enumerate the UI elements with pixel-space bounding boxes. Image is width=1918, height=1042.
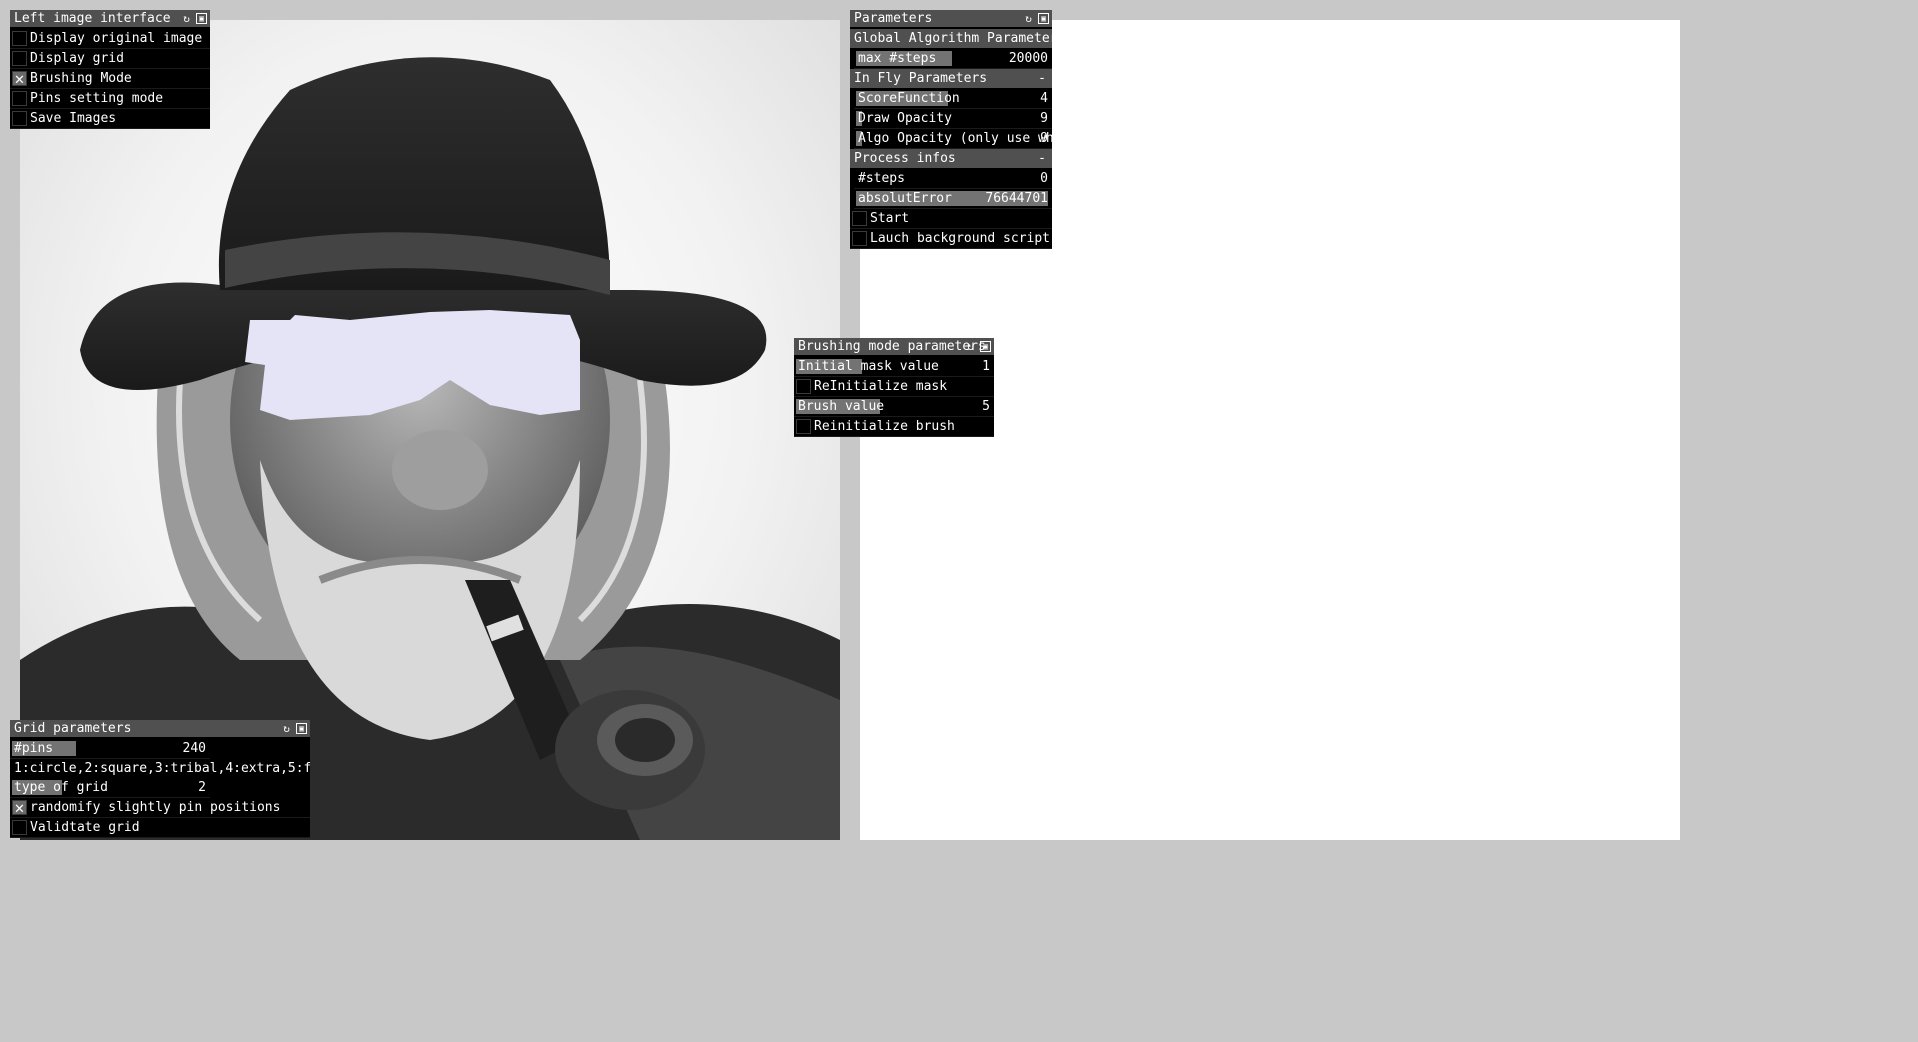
toggle-label: Display original image [30,31,203,46]
slider-value: 9 [1040,131,1048,146]
launch-background-script-button[interactable]: Lauch background script [850,229,1052,249]
button-label: ReInitialize mask [814,379,948,394]
reload-icon[interactable]: ↻ [181,13,192,24]
slider-label: type of grid [14,780,108,795]
slider-value: 9 [1040,111,1048,126]
group-title: In Fly Parameters [854,71,988,86]
button-label: Validtate grid [30,820,140,835]
validate-grid-button[interactable]: Validtate grid [10,818,310,838]
left-panel-title: Left image interface [14,11,171,26]
steps-readout: #steps 0 [854,169,1052,189]
slider-value: 2 [198,780,206,795]
portrait-image [20,57,840,840]
readout-value: 0 [1040,171,1048,186]
collapse-icon[interactable]: - [1038,149,1046,168]
score-function-slider[interactable]: ScoreFunction 4 [854,89,1052,109]
reinitialize-mask-button[interactable]: ReInitialize mask [794,377,994,397]
left-image-interface-panel: Left image interface ↻ ▣ Display origina… [10,10,210,129]
start-button[interactable]: Start [850,209,1052,229]
toggle-label: Pins setting mode [30,91,164,106]
toggle-label: randomify slightly pin positions [30,800,281,815]
in-fly-group-header[interactable]: In Fly Parameters - [850,69,1052,89]
slider-value: 5 [982,399,990,414]
brushing-mode-panel: Brushing mode parameters ↻ ▣ Initial mas… [794,338,994,437]
readout-label: #steps [858,171,905,186]
randomify-pins-toggle[interactable]: ✕ randomify slightly pin positions [10,798,310,818]
collapse-icon[interactable]: - [1038,69,1046,88]
slider-label: max #steps [858,51,937,66]
group-title: Global Algorithm Parameters [854,31,1052,46]
draw-opacity-slider[interactable]: Draw Opacity 9 [854,109,1052,129]
brushing-panel-header[interactable]: Brushing mode parameters ↻ ▣ [794,338,994,357]
algo-opacity-slider[interactable]: Algo Opacity (only use when 9 [854,129,1052,149]
brushing-mode-toggle[interactable]: ✕ Brushing Mode [10,69,210,89]
parameters-panel-title: Parameters [854,11,933,26]
button-label: Reinitialize brush [814,419,955,434]
display-original-image-toggle[interactable]: Display original image [10,29,210,49]
toggle-label: Save Images [30,111,117,126]
toggle-label: Brushing Mode [30,71,132,86]
slider-label: Algo Opacity (only use when [858,131,1052,146]
button-label: Lauch background script [870,231,1051,246]
initial-mask-value-slider[interactable]: Initial mask value 1 [794,357,994,377]
process-infos-group-header[interactable]: Process infos - [850,149,1052,169]
save-images-toggle[interactable]: Save Images [10,109,210,129]
slider-value: 240 [182,741,206,756]
save-icon[interactable]: ▣ [980,341,991,352]
save-icon[interactable]: ▣ [1038,13,1049,24]
slider-label: ScoreFunction [858,91,960,106]
brushing-panel-title: Brushing mode parameters [798,339,986,354]
pins-slider[interactable]: #pins 240 [10,739,210,759]
max-steps-slider[interactable]: max #steps 20000 [854,49,1052,69]
reload-icon[interactable]: ↻ [1023,13,1034,24]
slider-value: 4 [1040,91,1048,106]
reload-icon[interactable]: ↻ [281,723,292,734]
button-label: Start [870,211,910,226]
slider-label: #pins [14,741,54,756]
slider-label: Initial mask value [798,359,939,374]
readout-value: 76644701 [985,191,1048,206]
grid-parameters-panel: Grid parameters ↻ ▣ #pins 240 1:circle,2… [10,720,310,838]
reload-icon[interactable]: ↻ [965,341,976,352]
left-image-canvas[interactable] [20,20,840,840]
grid-panel-header[interactable]: Grid parameters ↻ ▣ [10,720,310,739]
parameters-panel-header[interactable]: Parameters ↻ ▣ [850,10,1052,29]
display-grid-toggle[interactable]: Display grid [10,49,210,69]
global-algorithm-group-header[interactable]: Global Algorithm Parameters [850,29,1052,49]
readout-label: absolutError [858,191,952,206]
grid-panel-title: Grid parameters [14,721,132,736]
reinitialize-brush-button[interactable]: Reinitialize brush [794,417,994,437]
slider-value: 1 [982,359,990,374]
group-title: Process infos [854,151,956,166]
save-icon[interactable]: ▣ [296,723,307,734]
grid-type-slider[interactable]: type of grid 2 [10,778,210,798]
slider-label: Brush value [798,399,885,414]
absolut-error-readout: absolutError 76644701 [854,189,1052,209]
slider-value: 20000 [1008,51,1048,66]
brush-value-slider[interactable]: Brush value 5 [794,397,994,417]
parameters-panel: Parameters ↻ ▣ Global Algorithm Paramete… [850,10,1052,249]
toggle-label: Display grid [30,51,124,66]
pins-setting-mode-toggle[interactable]: Pins setting mode [10,89,210,109]
save-icon[interactable]: ▣ [196,13,207,24]
grid-type-legend: 1:circle,2:square,3:tribal,4:extra,5:fil… [14,761,310,776]
slider-label: Draw Opacity [858,111,952,126]
left-panel-header[interactable]: Left image interface ↻ ▣ [10,10,210,29]
